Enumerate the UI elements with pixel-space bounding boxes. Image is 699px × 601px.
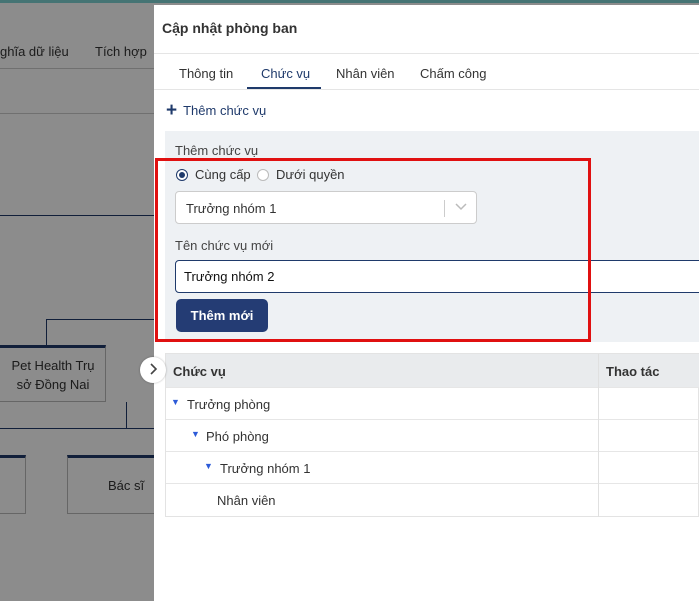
plus-icon: +: [166, 100, 178, 121]
tab-positions[interactable]: Chức vụ: [261, 66, 310, 81]
table-row[interactable]: ▼ Phó phòng: [166, 419, 699, 451]
table-header: Chức vụ Thao tác: [166, 354, 699, 387]
collapse-drawer-button[interactable]: [140, 357, 166, 383]
active-tab-indicator: [247, 87, 321, 89]
add-position-link[interactable]: + Thêm chức vụ: [166, 100, 267, 121]
row-label: Phó phòng: [206, 429, 269, 444]
row-label: Nhân viên: [217, 493, 276, 508]
positions-table: Chức vụ Thao tác ▼ Trưởng phòng ▼ Phó ph…: [165, 353, 699, 517]
table-row[interactable]: Nhân viên: [166, 483, 699, 515]
form-section-label: Thêm chức vụ: [175, 143, 259, 158]
caret-down-icon[interactable]: ▼: [204, 461, 213, 471]
chevron-right-icon: [148, 362, 158, 378]
caret-down-icon[interactable]: ▼: [191, 429, 200, 439]
add-position-label: Thêm chức vụ: [183, 103, 267, 118]
row-label: Trưởng phòng: [187, 397, 271, 412]
tab-attendance[interactable]: Chấm công: [420, 66, 486, 81]
drawer-tabs: Thông tin Chức vụ Nhân viên Chấm công: [154, 61, 699, 90]
highlight-box: [155, 158, 591, 342]
table-row[interactable]: ▼ Trưởng phòng: [166, 387, 699, 419]
drawer-title: Cập nhật phòng ban: [162, 20, 298, 36]
tab-info[interactable]: Thông tin: [179, 66, 233, 81]
column-divider: [598, 354, 599, 517]
drawer-divider: [154, 53, 699, 54]
table-row[interactable]: ▼ Trưởng nhóm 1: [166, 451, 699, 483]
column-header-actions: Thao tác: [606, 364, 660, 379]
tab-employees[interactable]: Nhân viên: [336, 66, 395, 81]
row-label: Trưởng nhóm 1: [220, 461, 311, 476]
column-header-position: Chức vụ: [173, 364, 226, 379]
caret-down-icon[interactable]: ▼: [171, 397, 180, 407]
